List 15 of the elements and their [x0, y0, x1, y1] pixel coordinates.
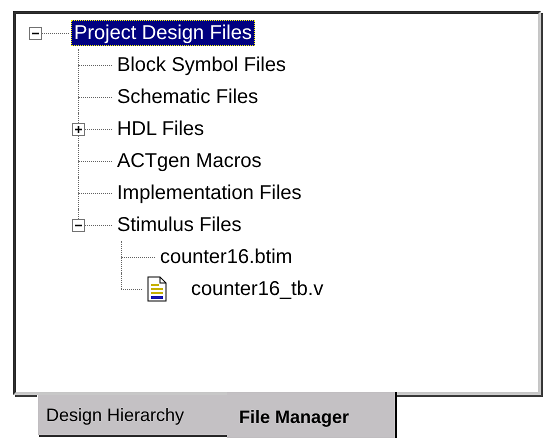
collapse-icon[interactable] [72, 219, 85, 232]
tree-item[interactable]: Project Design Files [71, 20, 255, 46]
tree-item[interactable]: Stimulus Files [114, 212, 244, 238]
tab[interactable]: Design Hierarchy [37, 395, 227, 435]
collapse-icon[interactable] [29, 27, 42, 40]
tree-item[interactable]: ACTgen Macros [114, 148, 264, 174]
tree-item[interactable]: Block Symbol Files [114, 52, 289, 78]
document-icon [145, 276, 169, 302]
tab[interactable]: File Manager [227, 392, 397, 438]
tree-item[interactable]: counter16_tb.v [188, 276, 326, 302]
tree-item[interactable]: HDL Files [114, 116, 208, 142]
tree-item[interactable]: counter16.btim [157, 244, 296, 270]
tree-item[interactable]: Implementation Files [114, 180, 305, 206]
expand-icon[interactable] [72, 123, 85, 136]
tree-item[interactable]: Schematic Files [114, 84, 262, 110]
